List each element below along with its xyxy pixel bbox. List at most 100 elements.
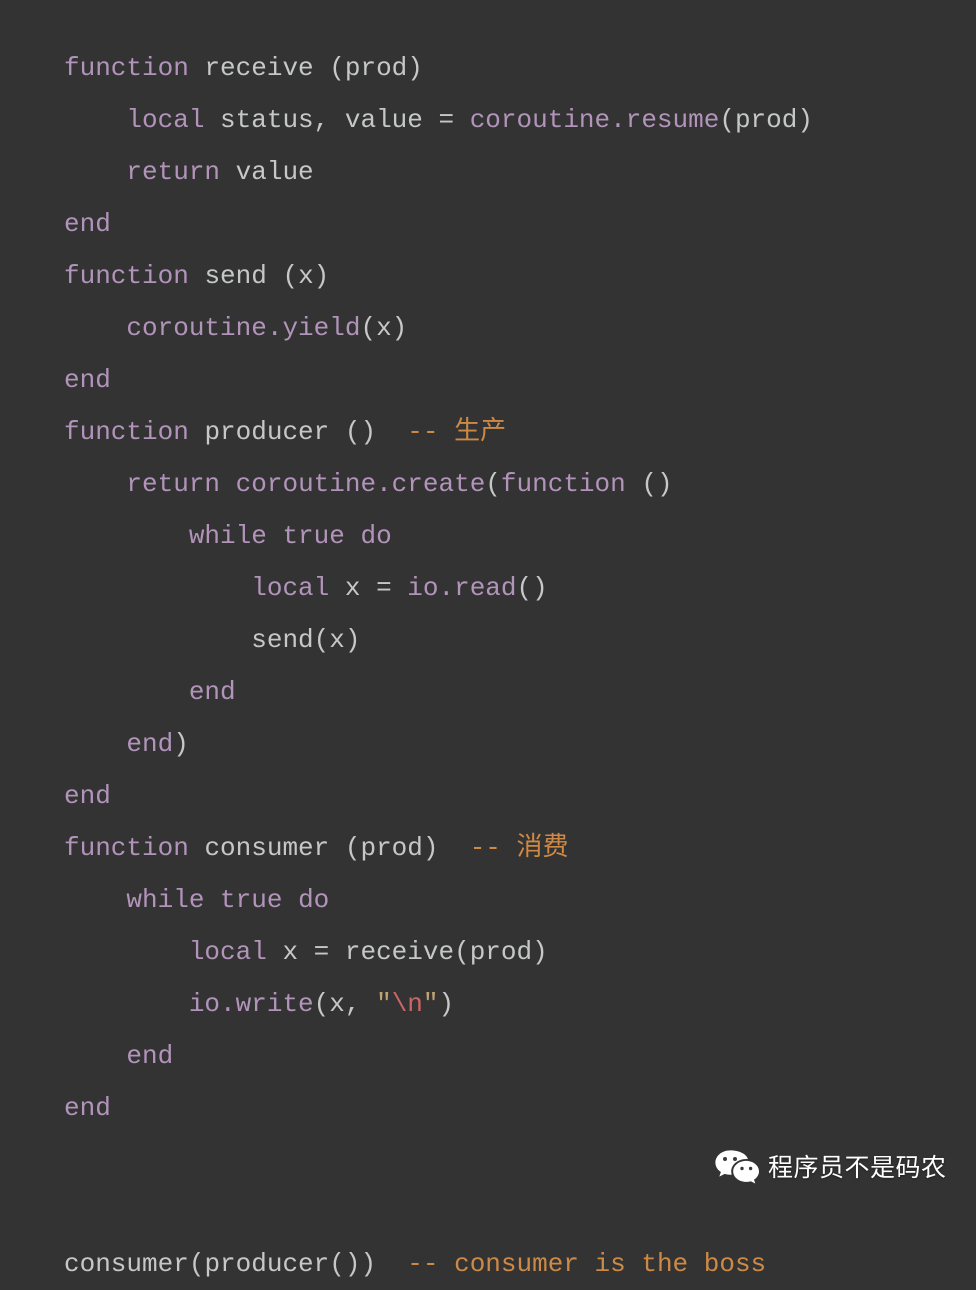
code-token: status, value [204,105,439,135]
code-token: (x, [313,989,377,1019]
code-token: = [376,573,392,603]
code-token: ) [438,989,455,1019]
code-token: do [360,521,392,551]
code-token: while [188,521,267,551]
code-token: end [64,365,111,395]
code-token: producer [204,417,330,447]
code-token: (x) [266,261,330,291]
code-token: consumer [64,1249,189,1279]
code-line: consumer(producer()) -- consumer is the … [64,1238,813,1290]
code-token: producer [204,1249,330,1279]
code-token: return [126,469,221,499]
code-line: end) [64,718,813,770]
code-token: coroutine.create [235,469,486,499]
code-token: do [298,885,330,915]
code-token: function [64,833,189,863]
code-token: = [438,105,455,135]
code-token: local [251,573,330,603]
code-token: " [422,989,439,1019]
code-token: local [188,937,267,967]
code-token: function [500,469,626,499]
code-token: (prod) [313,53,423,83]
code-token: value [220,157,314,187]
code-token: ( [188,1249,205,1279]
code-token: return [126,157,221,187]
code-token: (x) [313,625,361,655]
code-token: -- 消费 [469,833,569,863]
code-token: send [251,625,314,655]
code-token: function [64,53,189,83]
code-token: end [188,677,236,707]
code-token: (prod) [329,833,439,863]
code-token: end [64,1093,111,1123]
code-line: function consumer (prod) -- 消费 [64,822,813,874]
code-token: ) [173,729,189,759]
code-token: end [64,781,111,811]
code-line: while true do [64,874,813,926]
code-screenshot: function receive (prod) local status, va… [0,0,976,1279]
code-line: send(x) [64,614,813,666]
code-token: end [126,1041,174,1071]
code-line: return coroutine.create(function () [64,458,813,510]
code-token: () [516,573,548,603]
code-line: end [64,1030,813,1082]
code-line: coroutine.yield(x) [64,302,813,354]
code-token: io.write [188,989,314,1019]
code-token: = [313,937,330,967]
code-token: x [329,573,377,603]
code-line: end [64,354,813,406]
code-token: receive [344,937,455,967]
code-line: end [64,1082,813,1134]
code-line: end [64,198,813,250]
code-token: ( [485,469,501,499]
code-token: end [126,729,174,759]
code-token: send [204,261,267,291]
code-line: while true do [64,510,813,562]
code-line: io.write(x, "\n") [64,978,813,1030]
code-token: \n [391,989,423,1019]
code-token: function [64,417,189,447]
code-token: local [126,105,205,135]
code-token: x [266,937,314,967]
code-token: ()) [329,1249,377,1279]
code-line: return value [64,146,813,198]
code-token: coroutine.yield [126,313,361,343]
code-token: while [126,885,205,915]
code-line: end [64,666,813,718]
code-token: () [625,469,673,499]
code-token: end [64,209,111,239]
code-line: function receive (prod) [64,42,813,94]
code-line: end [64,770,813,822]
code-line: local x = receive(prod) [64,926,813,978]
code-token: -- consumer is the boss [407,1249,767,1279]
code-token: (prod) [454,937,548,967]
code-token: () [329,417,377,447]
code-token: receive [204,53,314,83]
code-token: -- 生产 [407,417,507,447]
code-token: io.read [407,573,517,603]
code-line: local status, value = coroutine.resume(p… [64,94,813,146]
code-line: local x = io.read() [64,562,813,614]
code-token: true [282,521,345,551]
